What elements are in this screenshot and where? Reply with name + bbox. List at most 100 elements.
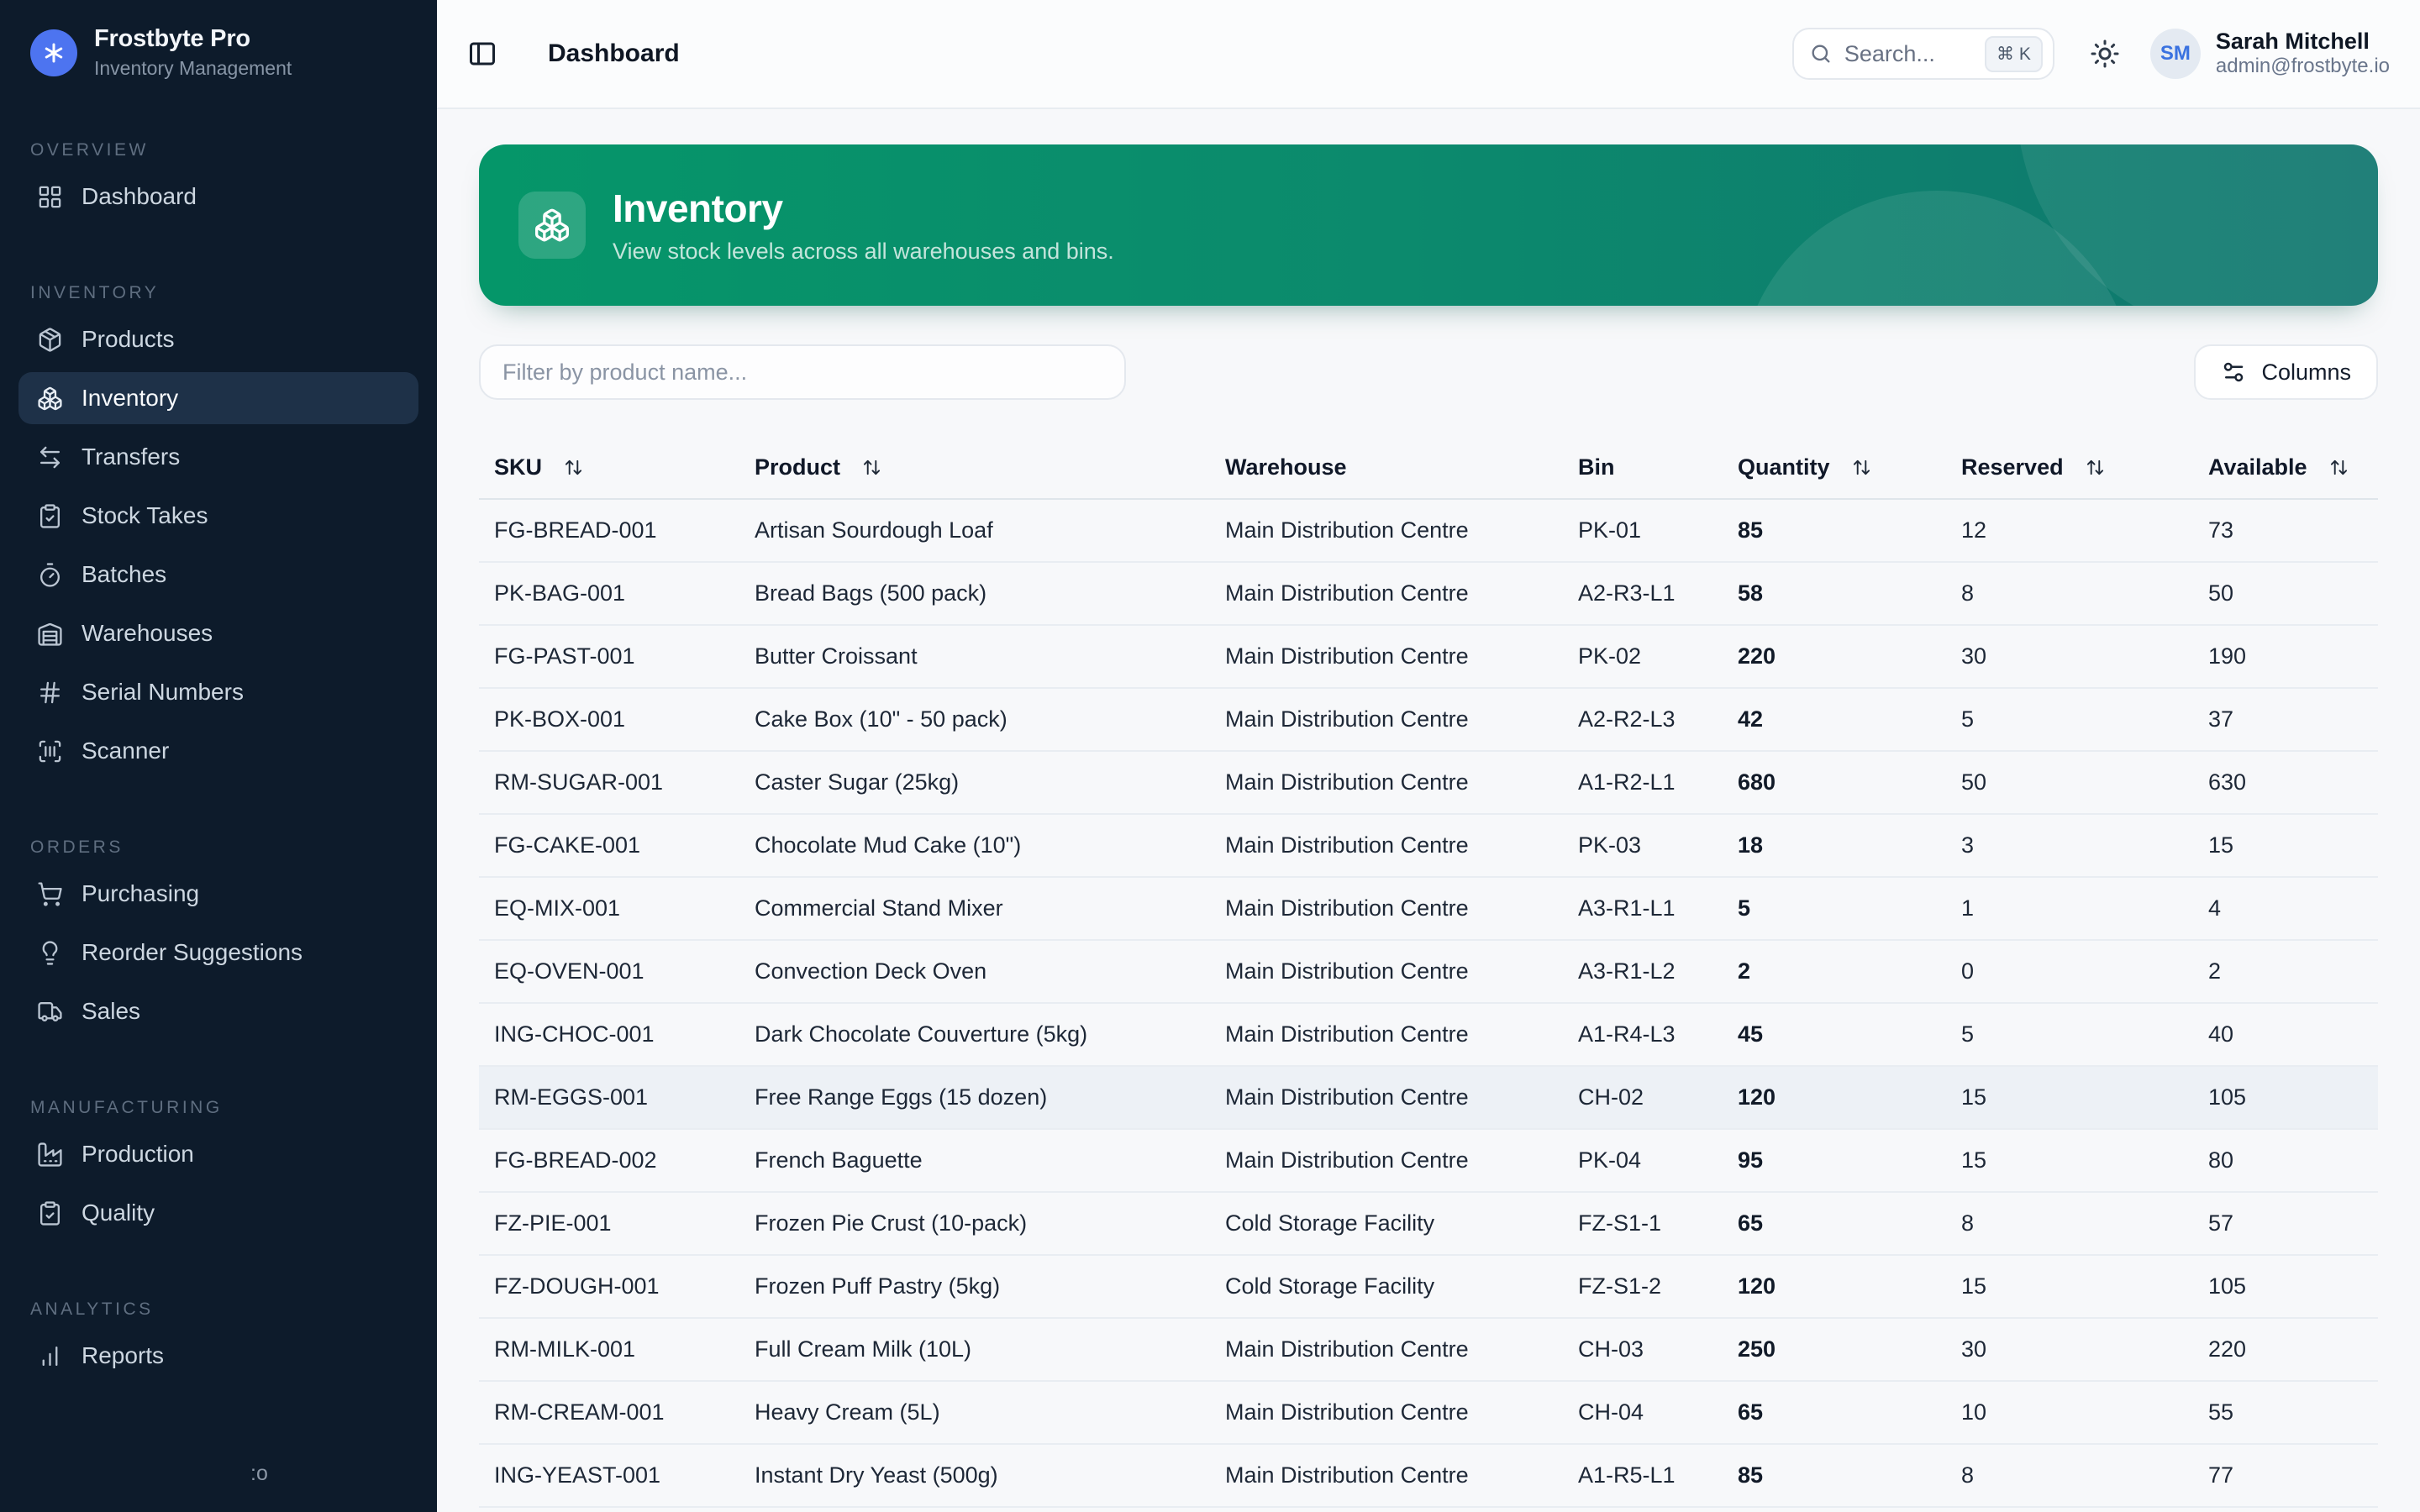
search-input[interactable]: Search... ⌘ K bbox=[1792, 28, 2054, 80]
sidebar-nav: OVERVIEWDashboardINVENTORYProductsInvent… bbox=[0, 140, 437, 1382]
sidebar-item-warehouses[interactable]: Warehouses bbox=[18, 607, 418, 659]
sidebar-item-purchasing[interactable]: Purchasing bbox=[18, 868, 418, 920]
content: Inventory View stock levels across all w… bbox=[437, 109, 2420, 1512]
sidebar-item-label: Reorder Suggestions bbox=[82, 939, 302, 966]
cell-product: Frozen Pie Crust (10-pack) bbox=[739, 1210, 1210, 1236]
cell-reserved: 30 bbox=[1946, 643, 2193, 669]
column-header-label: SKU bbox=[494, 454, 542, 480]
sidebar-item-inventory[interactable]: Inventory bbox=[18, 372, 418, 424]
clipboard-check-icon bbox=[37, 1200, 63, 1226]
cell-quantity: 85 bbox=[1723, 517, 1946, 543]
cell-reserved: 3 bbox=[1946, 832, 2193, 858]
table-body: FG-BREAD-001Artisan Sourdough LoafMain D… bbox=[479, 500, 2378, 1508]
user-menu[interactable]: SM Sarah Mitchell admin@frostbyte.io bbox=[2150, 29, 2390, 79]
cell-quantity: 2 bbox=[1723, 958, 1946, 984]
table-row[interactable]: ING-YEAST-001Instant Dry Yeast (500g)Mai… bbox=[479, 1445, 2378, 1508]
table-row[interactable]: RM-CREAM-001Heavy Cream (5L)Main Distrib… bbox=[479, 1382, 2378, 1445]
sidebar-item-label: Inventory bbox=[82, 385, 178, 412]
inventory-table: SKU ProductWarehouseBin Quantity Reserved Av… bbox=[479, 437, 2378, 1512]
cell-available: 37 bbox=[2193, 706, 2378, 732]
sidebar-item-label: Sales bbox=[82, 998, 140, 1025]
app-name: Frostbyte Pro bbox=[94, 25, 292, 53]
banner-title: Inventory bbox=[613, 186, 1114, 231]
cell-sku: FZ-PIE-001 bbox=[479, 1210, 739, 1236]
theme-toggle-button[interactable] bbox=[2083, 32, 2127, 76]
sidebar-item-products[interactable]: Products bbox=[18, 313, 418, 365]
cell-reserved: 15 bbox=[1946, 1084, 2193, 1110]
avatar: SM bbox=[2150, 29, 2201, 79]
table-row[interactable]: FG-BREAD-001Artisan Sourdough LoafMain D… bbox=[479, 500, 2378, 563]
sidebar-item-scanner[interactable]: Scanner bbox=[18, 725, 418, 777]
cell-bin: A1-R5-L1 bbox=[1563, 1462, 1723, 1488]
sliders-icon bbox=[2221, 360, 2246, 385]
table-row[interactable]: FZ-DOUGH-001Frozen Puff Pastry (5kg)Cold… bbox=[479, 1256, 2378, 1319]
cell-sku: ING-YEAST-001 bbox=[479, 1462, 739, 1488]
column-header-bin: Bin bbox=[1563, 454, 1723, 480]
cell-product: Artisan Sourdough Loaf bbox=[739, 517, 1210, 543]
table-row[interactable]: EQ-MIX-001Commercial Stand MixerMain Dis… bbox=[479, 878, 2378, 941]
table-row[interactable]: RM-SUGAR-001Caster Sugar (25kg)Main Dist… bbox=[479, 752, 2378, 815]
column-header-product[interactable]: Product bbox=[739, 454, 1210, 480]
column-header-label: Reserved bbox=[1961, 454, 2064, 480]
sidebar-item-serial-numbers[interactable]: Serial Numbers bbox=[18, 666, 418, 718]
cell-quantity: 65 bbox=[1723, 1399, 1946, 1425]
cell-available: 105 bbox=[2193, 1273, 2378, 1299]
table-row[interactable]: FG-BREAD-002French BaguetteMain Distribu… bbox=[479, 1130, 2378, 1193]
cell-bin: PK-02 bbox=[1563, 643, 1723, 669]
cell-bin: CH-04 bbox=[1563, 1399, 1723, 1425]
sidebar-item-sales[interactable]: Sales bbox=[18, 985, 418, 1037]
table-row[interactable]: RM-EGGS-001Free Range Eggs (15 dozen)Mai… bbox=[479, 1067, 2378, 1130]
cell-available: 220 bbox=[2193, 1336, 2378, 1362]
sidebar-item-batches[interactable]: Batches bbox=[18, 549, 418, 601]
column-header-available[interactable]: Available bbox=[2193, 454, 2378, 480]
sidebar-item-dashboard[interactable]: Dashboard bbox=[18, 171, 418, 223]
table-row[interactable]: FG-PAST-001Butter CroissantMain Distribu… bbox=[479, 626, 2378, 689]
cell-quantity: 58 bbox=[1723, 580, 1946, 606]
sun-icon bbox=[2090, 39, 2120, 69]
sort-icon bbox=[851, 458, 871, 477]
cell-product: Convection Deck Oven bbox=[739, 958, 1210, 984]
cell-quantity: 85 bbox=[1723, 1462, 1946, 1488]
cell-quantity: 680 bbox=[1723, 769, 1946, 795]
columns-button[interactable]: Columns bbox=[2194, 344, 2378, 400]
cell-quantity: 42 bbox=[1723, 706, 1946, 732]
main-area: Dashboard Search... ⌘ K SM Sarah Mitchel… bbox=[437, 0, 2420, 1512]
cell-sku: EQ-OVEN-001 bbox=[479, 958, 739, 984]
hash-icon bbox=[37, 680, 63, 706]
sidebar-toggle-button[interactable] bbox=[460, 32, 504, 76]
sidebar-item-reorder-suggestions[interactable]: Reorder Suggestions bbox=[18, 927, 418, 979]
column-header-label: Quantity bbox=[1738, 454, 1830, 480]
column-header-reserved[interactable]: Reserved bbox=[1946, 454, 2193, 480]
column-header-warehouse: Warehouse bbox=[1210, 454, 1563, 480]
table-row[interactable]: FG-CAKE-001Chocolate Mud Cake (10")Main … bbox=[479, 815, 2378, 878]
cell-reserved: 8 bbox=[1946, 580, 2193, 606]
cell-warehouse: Main Distribution Centre bbox=[1210, 580, 1563, 606]
table-row[interactable]: PK-BAG-001Bread Bags (500 pack)Main Dist… bbox=[479, 563, 2378, 626]
table-row[interactable]: PK-BOX-001Cake Box (10" - 50 pack)Main D… bbox=[479, 689, 2378, 752]
sidebar-item-stock-takes[interactable]: Stock Takes bbox=[18, 490, 418, 542]
table-row[interactable]: FZ-PIE-001Frozen Pie Crust (10-pack)Cold… bbox=[479, 1193, 2378, 1256]
cell-product: Bread Bags (500 pack) bbox=[739, 580, 1210, 606]
cell-quantity: 250 bbox=[1723, 1336, 1946, 1362]
sidebar-item-label: Reports bbox=[82, 1342, 164, 1369]
sidebar: Frostbyte Pro Inventory Management OVERV… bbox=[0, 0, 437, 1512]
column-header-quantity[interactable]: Quantity bbox=[1723, 454, 1946, 480]
cell-sku: PK-BOX-001 bbox=[479, 706, 739, 732]
cell-quantity: 18 bbox=[1723, 832, 1946, 858]
column-header-sku[interactable]: SKU bbox=[479, 454, 739, 480]
cell-quantity: 65 bbox=[1723, 1210, 1946, 1236]
layout-grid-icon bbox=[37, 184, 63, 210]
table-row[interactable]: EQ-OVEN-001Convection Deck OvenMain Dist… bbox=[479, 941, 2378, 1004]
cell-bin: A1-R4-L3 bbox=[1563, 1021, 1723, 1047]
sidebar-item-label: Transfers bbox=[82, 444, 180, 470]
table-row[interactable]: ING-CHOC-001Dark Chocolate Couverture (5… bbox=[479, 1004, 2378, 1067]
sidebar-item-transfers[interactable]: Transfers bbox=[18, 431, 418, 483]
sidebar-item-quality[interactable]: Quality bbox=[18, 1187, 418, 1239]
cell-warehouse: Main Distribution Centre bbox=[1210, 1336, 1563, 1362]
table-row[interactable]: RM-MILK-001Full Cream Milk (10L)Main Dis… bbox=[479, 1319, 2378, 1382]
cell-product: Chocolate Mud Cake (10") bbox=[739, 832, 1210, 858]
filter-input[interactable]: Filter by product name... bbox=[479, 344, 1126, 400]
sidebar-item-reports[interactable]: Reports bbox=[18, 1330, 418, 1382]
sidebar-item-production[interactable]: Production bbox=[18, 1128, 418, 1180]
cell-available: 105 bbox=[2193, 1084, 2378, 1110]
